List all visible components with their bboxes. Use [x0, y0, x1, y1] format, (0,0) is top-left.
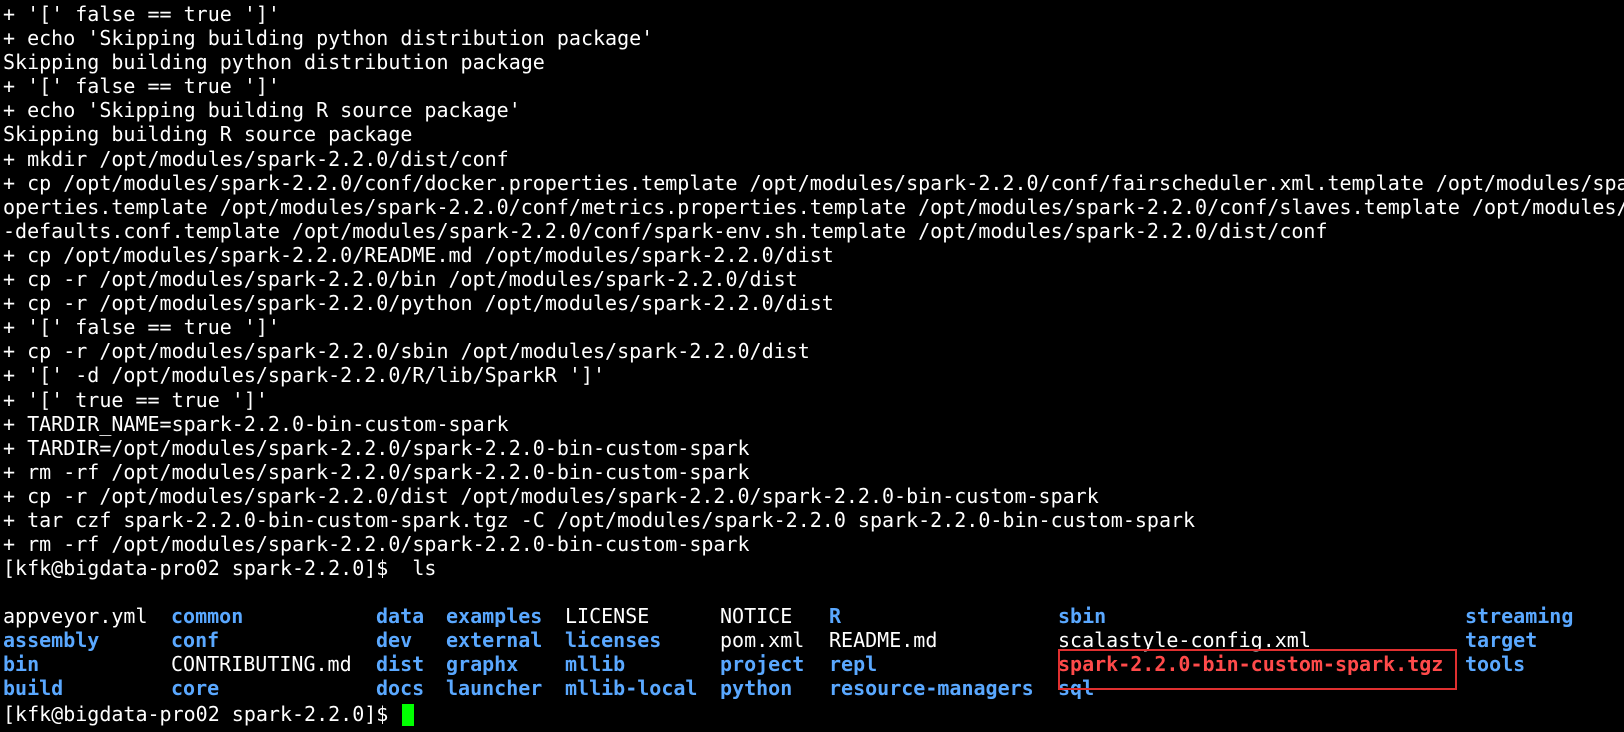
- output-line: + echo 'Skipping building python distrib…: [3, 26, 654, 51]
- ls-entry-directory: target: [1465, 628, 1538, 653]
- output-line: + '[' false == true ']': [3, 315, 280, 340]
- ls-entry-directory: repl: [829, 652, 878, 677]
- ls-entry-directory: bin: [3, 652, 40, 677]
- ls-entry-directory: docs: [376, 676, 425, 701]
- output-line: + TARDIR_NAME=spark-2.2.0-bin-custom-spa…: [3, 411, 509, 436]
- output-line: + tar czf spark-2.2.0-bin-custom-spark.t…: [3, 507, 1196, 532]
- output-line: + TARDIR=/opt/modules/spark-2.2.0/spark-…: [3, 435, 750, 460]
- ls-entry-directory: examples: [446, 604, 543, 628]
- shell-prompt[interactable]: [kfk@bigdata-pro02 spark-2.2.0]$: [3, 702, 415, 726]
- ls-entry-directory: licenses: [565, 628, 662, 653]
- output-line: -defaults.conf.template /opt/modules/spa…: [3, 218, 1328, 243]
- ls-listing: appveyor.yml assembly bin build common conf CO…: [3, 604, 1624, 701]
- output-line: + cp -r /opt/modules/spark-2.2.0/sbin /o…: [3, 339, 810, 364]
- ls-entry-file: LICENSE: [565, 604, 650, 628]
- output-line: + cp /opt/modules/spark-2.2.0/conf/docke…: [3, 170, 1624, 195]
- ls-entry-file: appveyor.yml: [3, 604, 148, 628]
- ls-entry-file: NOTICE: [720, 604, 793, 628]
- output-line: + cp -r /opt/modules/spark-2.2.0/dist /o…: [3, 483, 1099, 508]
- terminal-window[interactable]: + '[' false == true ']' + echo 'Skipping…: [0, 0, 1624, 732]
- output-line: + '[' false == true ']': [3, 2, 280, 26]
- prompt-text: [kfk@bigdata-pro02 spark-2.2.0]$: [3, 702, 401, 726]
- ls-entry-directory: sql: [1058, 676, 1095, 701]
- output-line: Skipping building R source package: [3, 122, 413, 147]
- ls-entry-directory: build: [3, 676, 64, 701]
- output-line: + cp /opt/modules/spark-2.2.0/README.md …: [3, 242, 834, 267]
- ls-entry-directory: dist: [376, 652, 425, 677]
- output-line: + '[' false == true ']': [3, 74, 280, 99]
- ls-entry-directory: graphx: [446, 652, 519, 677]
- ls-entry-directory: mllib-local: [565, 676, 698, 701]
- ls-entry-directory: tools: [1465, 652, 1526, 677]
- ls-entry-archive: spark-2.2.0-bin-custom-spark.tgz: [1058, 652, 1444, 677]
- output-line: + echo 'Skipping building R source packa…: [3, 98, 521, 123]
- ls-entry-file: pom.xml: [720, 628, 805, 653]
- output-line: + '[' true == true ']': [3, 387, 268, 412]
- ls-entry-directory: common: [171, 604, 244, 628]
- output-line: Skipping building python distribution pa…: [3, 50, 545, 75]
- output-line: + cp -r /opt/modules/spark-2.2.0/python …: [3, 291, 834, 316]
- ls-entry-directory: dev: [376, 628, 413, 653]
- ls-entry-file: README.md: [829, 628, 938, 653]
- ls-entry-directory: launcher: [446, 676, 543, 701]
- command-output: + '[' false == true ']' + echo 'Skipping…: [3, 2, 1624, 580]
- output-line: + cp -r /opt/modules/spark-2.2.0/bin /op…: [3, 267, 798, 292]
- ls-entry-directory: assembly: [3, 628, 100, 653]
- output-line: + rm -rf /opt/modules/spark-2.2.0/spark-…: [3, 532, 750, 557]
- ls-entry-directory: sbin: [1058, 604, 1107, 628]
- ls-entry-directory: python: [720, 676, 793, 701]
- output-line: operties.template /opt/modules/spark-2.2…: [3, 194, 1624, 219]
- output-line: + '[' -d /opt/modules/spark-2.2.0/R/lib/…: [3, 363, 606, 388]
- ls-entry-directory: conf: [171, 628, 220, 653]
- ls-entry-directory: resource-managers: [829, 676, 1034, 701]
- ls-command-line: [kfk@bigdata-pro02 spark-2.2.0]$ ls: [3, 556, 437, 581]
- cursor-block: [402, 704, 415, 726]
- ls-entry-directory: streaming: [1465, 604, 1574, 628]
- ls-entry-directory: data: [376, 604, 425, 628]
- ls-entry-directory: core: [171, 676, 220, 701]
- ls-entry-directory: R: [829, 604, 842, 628]
- output-line: + mkdir /opt/modules/spark-2.2.0/dist/co…: [3, 146, 509, 171]
- ls-entry-directory: mllib: [565, 652, 626, 677]
- ls-entry-file: CONTRIBUTING.md: [171, 652, 352, 677]
- output-line: + rm -rf /opt/modules/spark-2.2.0/spark-…: [3, 459, 750, 484]
- ls-entry-directory: project: [720, 652, 805, 677]
- ls-entry-directory: external: [446, 628, 543, 653]
- ls-entry-file: scalastyle-config.xml: [1058, 628, 1311, 653]
